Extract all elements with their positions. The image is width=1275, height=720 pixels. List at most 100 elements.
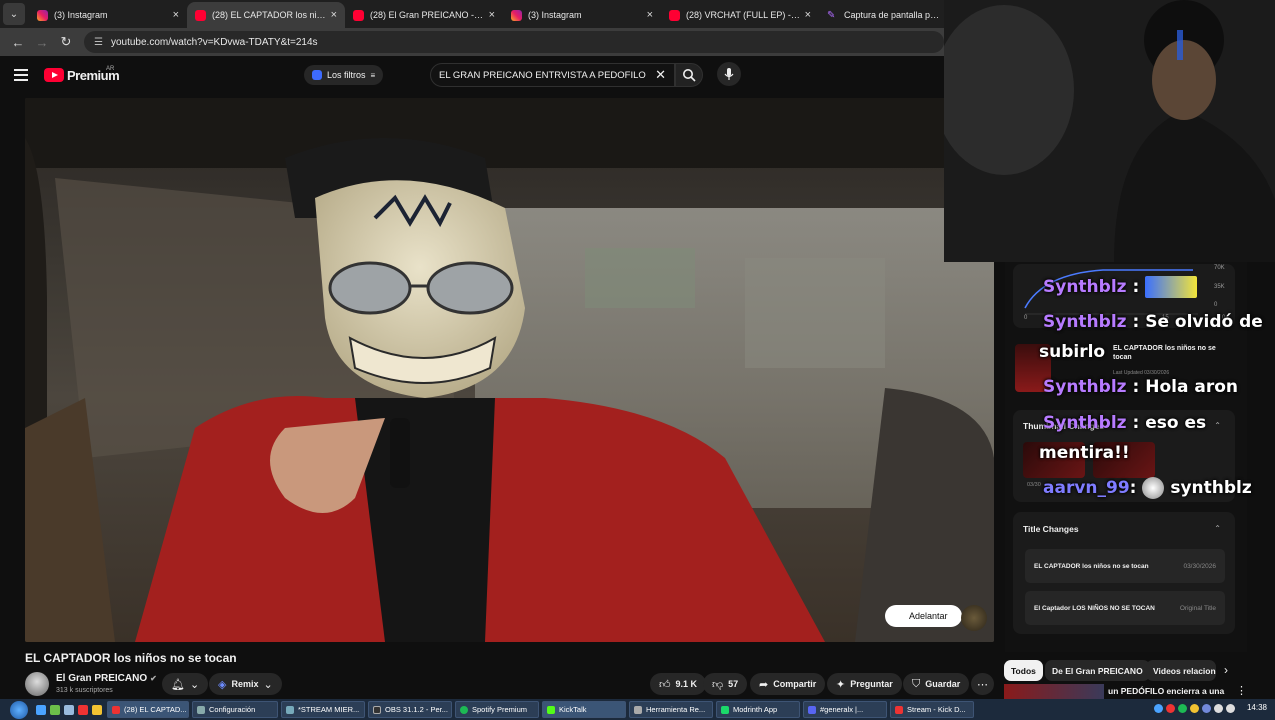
share-button[interactable]: ➦ Compartir [750, 673, 826, 695]
like-button[interactable]: 👍︎ 9.1 K [650, 673, 707, 695]
folder-icon[interactable] [92, 704, 102, 715]
voice-search-button[interactable] [717, 62, 741, 86]
taskbar-item[interactable]: Herramienta Re... [629, 701, 713, 718]
chat-text: synthblz [1170, 478, 1252, 498]
graph-tick: 35K [1214, 284, 1225, 290]
title-change-text: EL CAPTADOR los niños no se tocan [1034, 562, 1149, 570]
chat-separator: : [1132, 413, 1140, 433]
taskbar-item[interactable]: Modrinth App [716, 701, 800, 718]
network-icon[interactable] [1226, 704, 1235, 713]
dislike-button[interactable]: 👎︎ 57 [703, 673, 748, 695]
video-title: EL CAPTADOR los niños no se tocan [25, 651, 237, 665]
tab-instagram-2[interactable]: (3) Instagram × [503, 2, 661, 28]
taskbar-item[interactable]: Configuración [192, 701, 278, 718]
channel-avatar[interactable] [25, 672, 49, 696]
clock[interactable]: 14:38 [1247, 703, 1267, 712]
taskbar-item[interactable]: Spotify Premium [455, 701, 539, 718]
close-icon[interactable]: × [173, 9, 179, 21]
taskbar-item[interactable]: KickTalk [542, 701, 626, 718]
chat-message: aarvn_99: synthblz [1043, 477, 1252, 499]
thumbs-up-icon: 👍︎ [659, 678, 671, 691]
notepad-icon [286, 705, 294, 714]
taskbar-item[interactable]: OBS 31.1.2 - Per... [368, 701, 452, 718]
video-frame [25, 98, 994, 642]
ask-button[interactable]: ✦ Preguntar [827, 673, 902, 695]
tray-icon[interactable] [1202, 704, 1211, 713]
remix-button[interactable]: ◈ Remix ⌄ [209, 673, 282, 695]
clear-search-icon[interactable]: ✕ [655, 67, 666, 83]
gear-icon [197, 705, 205, 714]
back-arrow-icon[interactable]: ← [6, 35, 30, 50]
tray-icon[interactable] [1166, 704, 1175, 713]
chevron-up-icon[interactable]: ⌃ [1214, 524, 1221, 533]
youtube-logo-icon[interactable] [44, 68, 64, 82]
tab-search-button[interactable]: ⌄ [3, 3, 25, 25]
thumbs-down-icon: 👎︎ [712, 678, 724, 691]
next-video-title[interactable]: un PEDÓFILO encierra a una [1108, 686, 1224, 696]
chrome-icon [895, 705, 903, 714]
chip-from-channel[interactable]: De El Gran PREICANO [1045, 660, 1150, 681]
taskbar-label: Configuración [209, 705, 256, 714]
menu-icon[interactable] [14, 69, 28, 81]
ad-thumbnail[interactable] [961, 605, 987, 631]
chevron-right-icon[interactable]: › [1224, 663, 1228, 677]
tray-icon[interactable] [1154, 704, 1163, 713]
chat-separator: : [1132, 312, 1140, 332]
taskbar-item[interactable]: (28) EL CAPTAD... [107, 701, 189, 718]
more-vertical-icon[interactable]: ⋮ [1236, 684, 1247, 697]
chat-text: mentira!! [1039, 443, 1130, 463]
notifications-button[interactable]: 🔔︎ ⌄ [162, 673, 209, 695]
close-icon[interactable]: × [331, 9, 337, 21]
filters-button[interactable]: Los filtros ≡ [304, 65, 384, 85]
chat-message: Synthblz : Se olvidó de [1043, 312, 1263, 332]
chip-related[interactable]: Videos relacion [1146, 660, 1216, 681]
reload-icon[interactable]: ↻ [54, 34, 78, 50]
tab-active-video[interactable]: (28) EL CAPTADOR los niños no se tocan × [187, 2, 345, 28]
chat-username: Synthblz [1043, 312, 1127, 332]
search-input[interactable]: EL GRAN PREICANO ENTRVISTA A PEDOFILO ✕ [430, 63, 675, 87]
verified-icon: ✔ [150, 674, 157, 683]
skip-ad-button[interactable]: Adelantar [885, 605, 962, 627]
modrinth-icon [721, 705, 729, 714]
edge-icon[interactable] [36, 704, 46, 715]
save-label: Guardar [925, 679, 961, 689]
save-button[interactable]: ⛉ Guardar [903, 673, 970, 695]
tab-title: (28) El Gran PREICANO - YouTube [370, 10, 485, 20]
site-settings-icon[interactable]: ☰ [94, 37, 103, 48]
dislike-count: 57 [728, 679, 739, 689]
taskbar-item[interactable]: #generalx |... [803, 701, 887, 718]
chip-all[interactable]: Todos [1004, 660, 1043, 681]
tab-title: (3) Instagram [528, 10, 582, 20]
volume-icon[interactable] [1214, 704, 1223, 713]
snipping-icon [634, 705, 642, 714]
tab-lightshot[interactable]: ✎ Captura de pantalla por Lightshot [819, 2, 949, 28]
taskbar-item[interactable]: *STREAM MIER... [281, 701, 365, 718]
search-button[interactable] [675, 63, 703, 87]
chevron-up-icon[interactable]: ⌃ [1214, 421, 1221, 430]
channel-name-row[interactable]: El Gran PREICANO ✔ [56, 673, 157, 684]
app-icon[interactable] [64, 704, 74, 715]
taskbar-item[interactable]: Stream - Kick D... [890, 701, 974, 718]
discord-icon [808, 705, 816, 714]
close-icon[interactable]: × [489, 9, 495, 21]
tab-title: Captura de pantalla por Lightshot [844, 10, 941, 20]
url-field[interactable]: ☰ youtube.com/watch?v=KDvwa-TDATY&t=214s [84, 31, 944, 53]
tab-channel[interactable]: (28) El Gran PREICANO - YouTube × [345, 2, 503, 28]
tab-vrchat[interactable]: (28) VRCHAT (FULL EP) - YouTube × [661, 2, 819, 28]
more-actions-button[interactable]: ⋯ [971, 673, 994, 695]
graph-tick: 0 [1214, 302, 1218, 308]
spotify-icon [460, 705, 468, 714]
video-player[interactable] [25, 98, 994, 642]
next-video-thumbnail[interactable] [1004, 684, 1104, 699]
skip-label: Adelantar [909, 611, 948, 621]
close-icon[interactable]: × [805, 9, 811, 21]
chrome-icon[interactable] [78, 704, 88, 715]
forward-arrow-icon[interactable]: → [30, 35, 54, 50]
app-icon[interactable] [50, 704, 60, 715]
tray-icon[interactable] [1190, 704, 1199, 713]
tray-icon[interactable] [1178, 704, 1187, 713]
close-icon[interactable]: × [647, 9, 653, 21]
start-button[interactable] [10, 700, 28, 719]
tab-instagram-1[interactable]: (3) Instagram × [29, 2, 187, 28]
title-change-row: El Captador LOS NIÑOS NO SE TOCAN Origin… [1025, 591, 1225, 625]
